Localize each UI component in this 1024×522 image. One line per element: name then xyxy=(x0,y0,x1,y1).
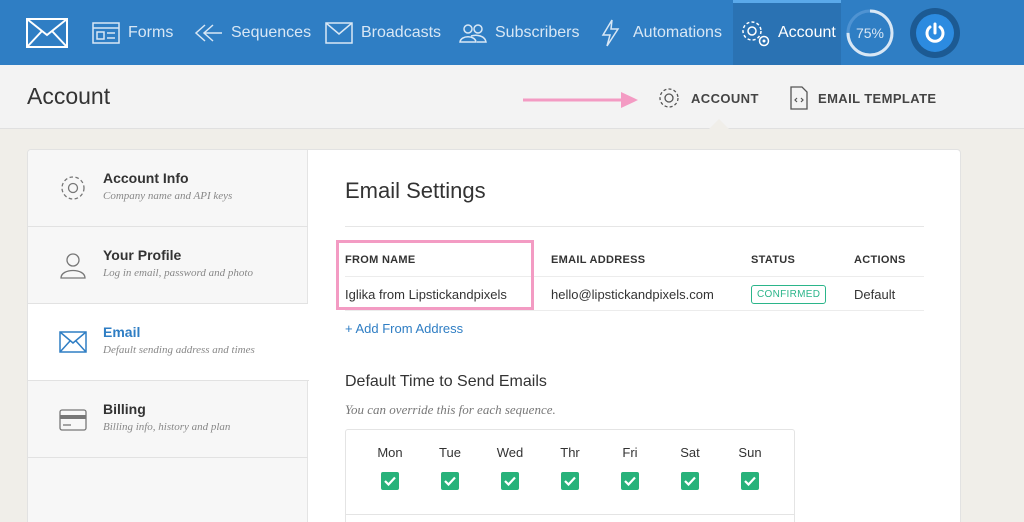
subscribers-icon xyxy=(459,23,487,43)
nav-item-account[interactable]: Account xyxy=(733,0,841,65)
sequences-icon xyxy=(194,23,222,42)
progress-label: 75% xyxy=(855,25,885,41)
power-button[interactable] xyxy=(910,8,960,58)
checkbox-sun[interactable] xyxy=(741,472,759,490)
forms-icon xyxy=(92,21,120,44)
checkmark-icon xyxy=(384,476,396,486)
checkbox-sat[interactable] xyxy=(681,472,699,490)
email-settings-content: Email Settings FROM NAME EMAIL ADDRESS S… xyxy=(308,150,960,522)
sidebar-item-email[interactable]: Email Default sending address and times xyxy=(28,304,309,381)
sidebar-item-account-info[interactable]: Account Info Company name and API keys xyxy=(28,150,308,227)
checkmark-icon xyxy=(564,476,576,486)
checkmark-icon xyxy=(444,476,456,486)
nav-item-forms[interactable]: Forms xyxy=(92,0,173,65)
envelope-icon xyxy=(59,331,87,353)
tab-account[interactable]: ACCOUNT xyxy=(657,86,759,110)
day-label-thr: Thr xyxy=(560,445,580,460)
code-file-icon xyxy=(790,86,808,110)
automations-icon xyxy=(601,19,620,46)
checkbox-fri[interactable] xyxy=(621,472,639,490)
nav-item-label: Sequences xyxy=(231,23,312,41)
day-label-sun: Sun xyxy=(738,445,762,460)
send-time-hint: You can override this for each sequence. xyxy=(345,402,556,417)
credit-card-icon xyxy=(59,409,87,431)
nav-item-broadcasts[interactable]: Broadcasts xyxy=(325,0,441,65)
annotation-arrow xyxy=(523,92,638,108)
nav-item-label: Automations xyxy=(633,23,722,41)
day-label-wed: Wed xyxy=(496,445,524,460)
section-title: Email Settings xyxy=(345,178,486,203)
send-time-title: Default Time to Send Emails xyxy=(345,373,547,390)
divider xyxy=(345,310,924,311)
checkbox-mon[interactable] xyxy=(381,472,399,490)
status-badge: CONFIRMED xyxy=(751,285,827,304)
sidebar-item-billing[interactable]: Billing Billing info, history and plan xyxy=(28,381,308,458)
day-label-tue: Tue xyxy=(439,445,461,460)
nav-item-subscribers[interactable]: Subscribers xyxy=(459,0,579,65)
sidebar-item-subtitle: Billing info, history and plan xyxy=(103,421,231,433)
sidebar-item-title: Your Profile xyxy=(103,247,182,263)
divider xyxy=(346,514,794,515)
column-header-status: STATUS xyxy=(751,254,796,266)
user-icon xyxy=(60,253,86,279)
broadcasts-icon xyxy=(325,21,353,44)
settings-panel: Account Info Company name and API keys Y… xyxy=(27,149,961,522)
divider xyxy=(345,226,924,227)
nav-item-sequences[interactable]: Sequences xyxy=(193,0,311,65)
sidebar-item-subtitle: Company name and API keys xyxy=(103,190,233,202)
checkmark-icon xyxy=(684,476,696,486)
cell-action-default[interactable]: Default xyxy=(854,287,895,302)
nav-item-label: Account xyxy=(778,23,836,41)
nav-item-label: Subscribers xyxy=(495,23,580,41)
power-icon xyxy=(925,22,945,43)
column-header-email-address: EMAIL ADDRESS xyxy=(551,254,646,266)
day-label-mon: Mon xyxy=(377,445,403,460)
sidebar-item-title: Billing xyxy=(103,401,146,417)
gear-icon xyxy=(61,176,85,200)
checkbox-wed[interactable] xyxy=(501,472,519,490)
checkbox-thr[interactable] xyxy=(561,472,579,490)
add-from-address-link[interactable]: + Add From Address xyxy=(345,321,463,336)
sidebar-item-subtitle: Log in email, password and photo xyxy=(103,267,253,279)
tab-label: ACCOUNT xyxy=(691,90,759,106)
sidebar-item-title: Account Info xyxy=(103,170,189,186)
nav-item-label: Forms xyxy=(128,23,174,41)
weekday-selector: Mon Tue Wed Thr Fri Sat Sun xyxy=(345,429,795,522)
nav-item-automations[interactable]: Automations xyxy=(599,0,722,65)
checkmark-icon xyxy=(624,476,636,486)
top-navigation-bar: Forms Sequences Broadcasts Subscribers A… xyxy=(0,0,1024,65)
day-label-fri: Fri xyxy=(622,445,638,460)
page-title: Account xyxy=(27,83,111,109)
account-gear-icon xyxy=(742,20,770,46)
checkbox-tue[interactable] xyxy=(441,472,459,490)
tab-email-template[interactable]: EMAIL TEMPLATE xyxy=(790,86,937,110)
active-tab-caret xyxy=(708,119,730,130)
day-label-sat: Sat xyxy=(680,445,700,460)
checkmark-icon xyxy=(744,476,756,486)
settings-sidebar: Account Info Company name and API keys Y… xyxy=(28,150,309,522)
cell-email-address: hello@lipstickandpixels.com xyxy=(551,287,714,302)
sidebar-item-subtitle: Default sending address and times xyxy=(103,344,255,356)
envelope-logo-icon[interactable] xyxy=(26,18,68,48)
progress-ring[interactable]: 75% xyxy=(845,8,895,58)
column-header-actions: ACTIONS xyxy=(854,254,906,266)
checkmark-icon xyxy=(504,476,516,486)
gear-icon xyxy=(659,88,679,108)
annotation-highlight-box xyxy=(336,240,534,310)
nav-item-label: Broadcasts xyxy=(361,23,442,41)
tab-label: EMAIL TEMPLATE xyxy=(818,90,937,106)
sidebar-item-your-profile[interactable]: Your Profile Log in email, password and … xyxy=(28,227,308,304)
sidebar-item-title: Email xyxy=(103,324,141,340)
